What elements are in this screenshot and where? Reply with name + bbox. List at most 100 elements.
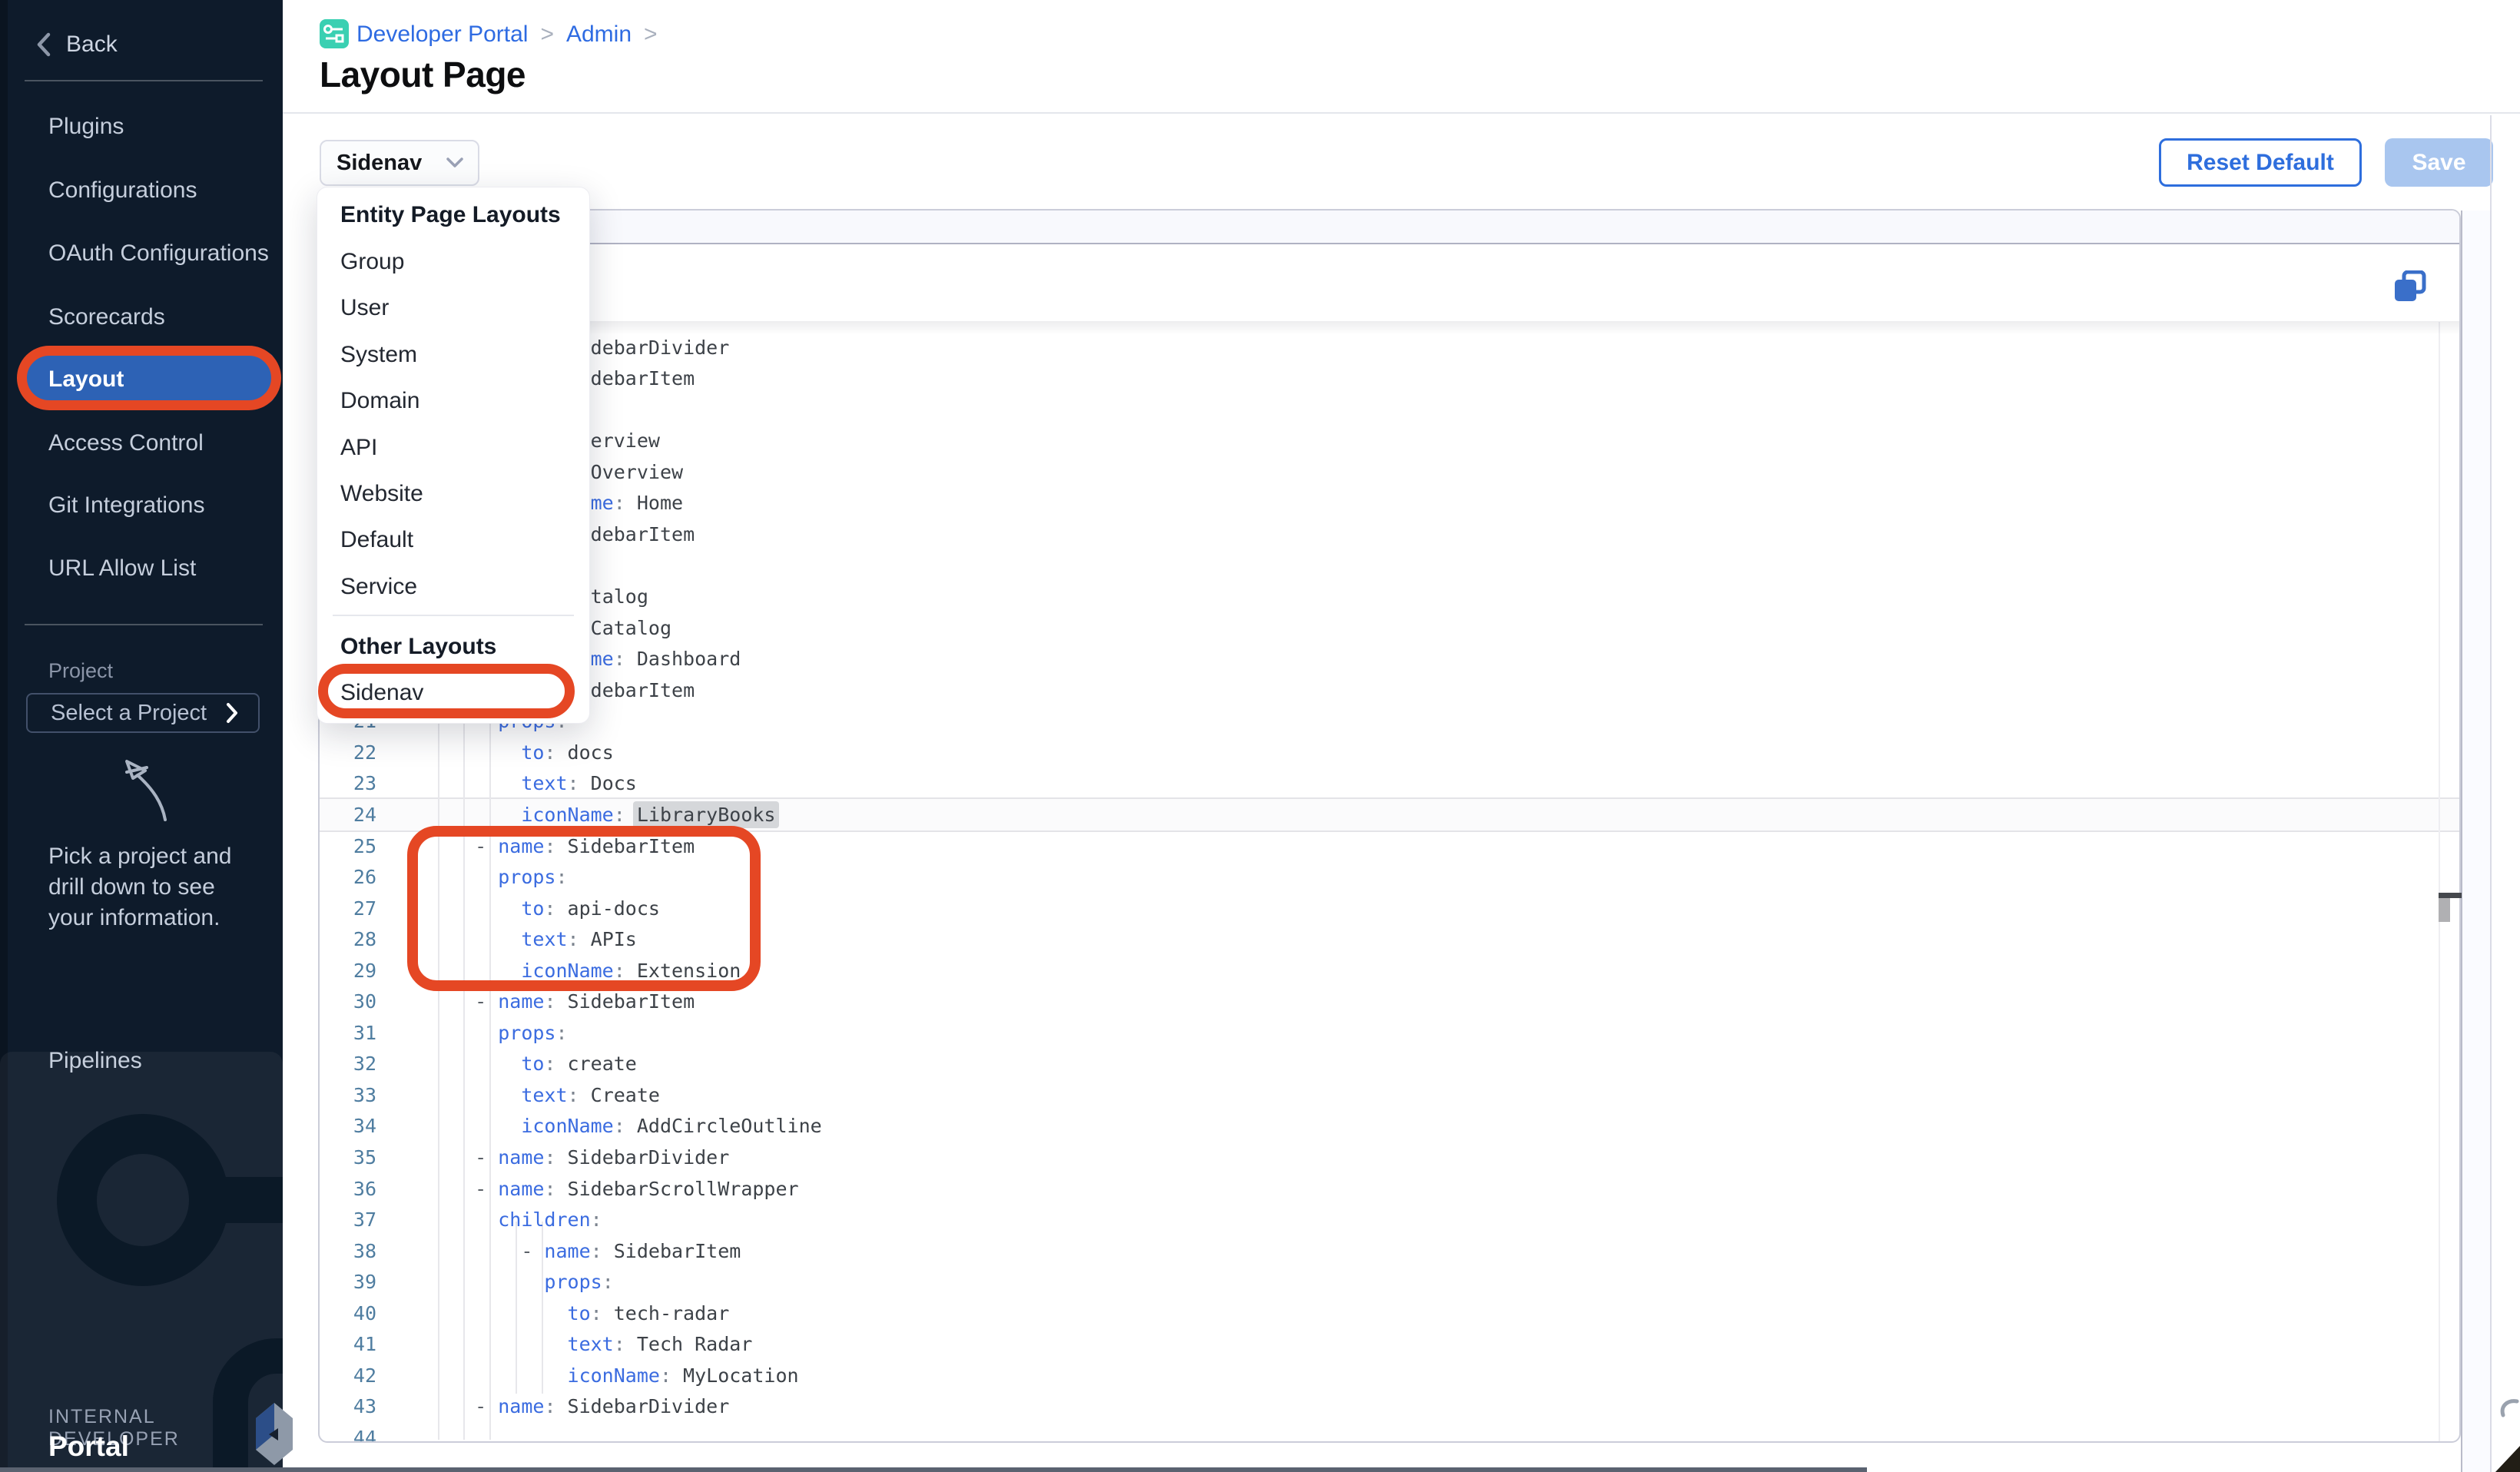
code-line-22: 22 to: docs [320,737,2459,768]
code-line-34: 34 iconName: AddCircleOutline [320,1110,2459,1142]
code-line-39: 39 props: [320,1266,2459,1298]
line-number: 41 [320,1328,376,1360]
code-line-37: 37 children: [320,1204,2459,1235]
code-line-31: 31 props: [320,1017,2459,1049]
line-number: 22 [320,737,376,768]
code-line-21: 21 props: [320,705,2459,737]
line-number: 32 [320,1048,376,1079]
sidebar-item-url-allow-list[interactable]: URL Allow List [48,546,196,591]
line-number: 27 [320,893,376,924]
save-button[interactable]: Save [2385,138,2493,187]
menu-item-domain[interactable]: Domain [340,383,574,419]
breadcrumb-link-admin[interactable]: Admin [566,22,632,48]
sidebar-divider-bottom [25,624,263,625]
sidebar-item-configurations[interactable]: Configurations [48,168,197,213]
yaml-editor-panel[interactable]: 9 - name: SidebarDivider10 - name: Sideb… [318,209,2461,1443]
back-button[interactable]: Back [35,28,118,61]
line-number: 42 [320,1360,376,1391]
line-number: 37 [320,1204,376,1235]
line-number: 38 [320,1235,376,1267]
reset-default-button[interactable]: Reset Default [2159,138,2362,187]
code-line-42: 42 iconName: MyLocation [320,1360,2459,1391]
code-line-27: 27 to: api-docs [320,893,2459,924]
code-line-29: 29 iconName: Extension [320,955,2459,986]
line-number: 25 [320,830,376,862]
layout-select-menu: Entity Page Layouts Group User System Domain… [317,187,590,724]
sidebar-item-git-integrations[interactable]: Git Integrations [48,483,204,528]
code-line-11: 11 props: [320,394,2459,426]
code-line-18: 18 text: Catalog [320,612,2459,644]
menu-header-entity-page-layouts: Entity Page Layouts [340,198,561,232]
code-line-35: 35 - name: SidebarDivider [320,1142,2459,1173]
code-line-15: 15 - name: SidebarItem [320,519,2459,550]
sidebar-divider-top [25,80,263,81]
chevron-right-icon [226,702,238,724]
header-divider [283,112,2520,114]
code-line-13: 13 text: Overview [320,456,2459,488]
code-line-30: 30 - name: SidebarItem [320,986,2459,1017]
project-label: Project [48,659,113,683]
layout-type-select[interactable]: Sidenav [320,140,479,186]
editor-scroll-marker [2439,893,2462,898]
menu-item-system[interactable]: System [340,337,574,373]
code-line-12: 12 to: overview [320,425,2459,456]
line-number: 33 [320,1079,376,1111]
code-line-19: 19 iconName: Dashboard [320,643,2459,675]
project-select-button[interactable]: Select a Project [26,693,260,733]
brand-line2: Portal [48,1431,129,1463]
menu-item-api[interactable]: API [340,429,574,466]
menu-item-service[interactable]: Service [340,569,574,605]
menu-header-other-layouts: Other Layouts [340,630,496,664]
edit-pencil-icon[interactable] [2494,1398,2520,1424]
breadcrumb-link-developer-portal[interactable]: Developer Portal [356,22,528,48]
line-number: 35 [320,1142,376,1173]
sidebar-item-layout[interactable]: Layout [48,357,124,402]
menu-item-sidenav[interactable]: Sidenav [340,675,574,711]
sidebar: Back Plugins Configurations OAuth Configur… [0,0,283,1472]
code-line-9: 9 - name: SidebarDivider [320,332,2459,363]
menu-divider [333,615,574,616]
code-line-43: 43 - name: SidebarDivider [320,1391,2459,1422]
line-number: 26 [320,861,376,893]
scroll-shadow [320,321,2459,335]
scrollbar-track-edge [2490,115,2492,211]
scrollbar-track[interactable] [2461,211,2492,1472]
code-line-41: 41 text: Tech Radar [320,1328,2459,1360]
line-number: 34 [320,1110,376,1142]
editor-scrollbar-thumb[interactable] [2439,898,2450,922]
sidebar-collapse-badge-icon[interactable] [254,1401,295,1467]
project-empty-state-text: Pick a project and drill down to see you… [48,841,248,933]
code-line-25: 25 - name: SidebarItem [320,830,2459,862]
sidebar-item-plugins[interactable]: Plugins [48,104,124,149]
layout-type-select-value: Sidenav [337,151,422,176]
code-line-38: 38 - name: SidebarItem [320,1235,2459,1267]
layout-admin-page: Back Plugins Configurations OAuth Configur… [0,0,2520,1472]
editor-sticky-header [320,244,2459,321]
code-line-14: 14 iconName: Home [320,487,2459,519]
sidebar-item-scorecards[interactable]: Scorecards [48,295,165,340]
code-line-32: 32 to: create [320,1048,2459,1079]
code-line-28: 28 text: APIs [320,923,2459,955]
bottom-bar [0,1467,1867,1472]
breadcrumb: Developer Portal > Admin > [356,20,658,49]
menu-item-default[interactable]: Default [340,522,574,559]
menu-item-group[interactable]: Group [340,244,574,280]
code-line-36: 36 - name: SidebarScrollWrapper [320,1173,2459,1205]
line-number: 43 [320,1391,376,1422]
back-label: Back [66,31,118,58]
line-number: 24 [320,799,376,830]
line-number: 23 [320,767,376,799]
breadcrumb-logo-icon [320,19,349,48]
menu-item-user[interactable]: User [340,290,574,327]
editor-top-strip [320,211,2459,244]
menu-item-website[interactable]: Website [340,476,574,512]
line-number: 40 [320,1298,376,1329]
editor-inner-edge [2439,322,2440,1443]
sidebar-item-access-control[interactable]: Access Control [48,421,204,466]
copy-icon[interactable] [2393,270,2429,304]
code-line-16: 16 props: [320,550,2459,582]
line-number: 39 [320,1266,376,1298]
line-number: 44 [320,1422,376,1443]
sidebar-item-oauth-configurations[interactable]: OAuth Configurations [48,231,269,276]
page-title: Layout Page [320,54,526,95]
